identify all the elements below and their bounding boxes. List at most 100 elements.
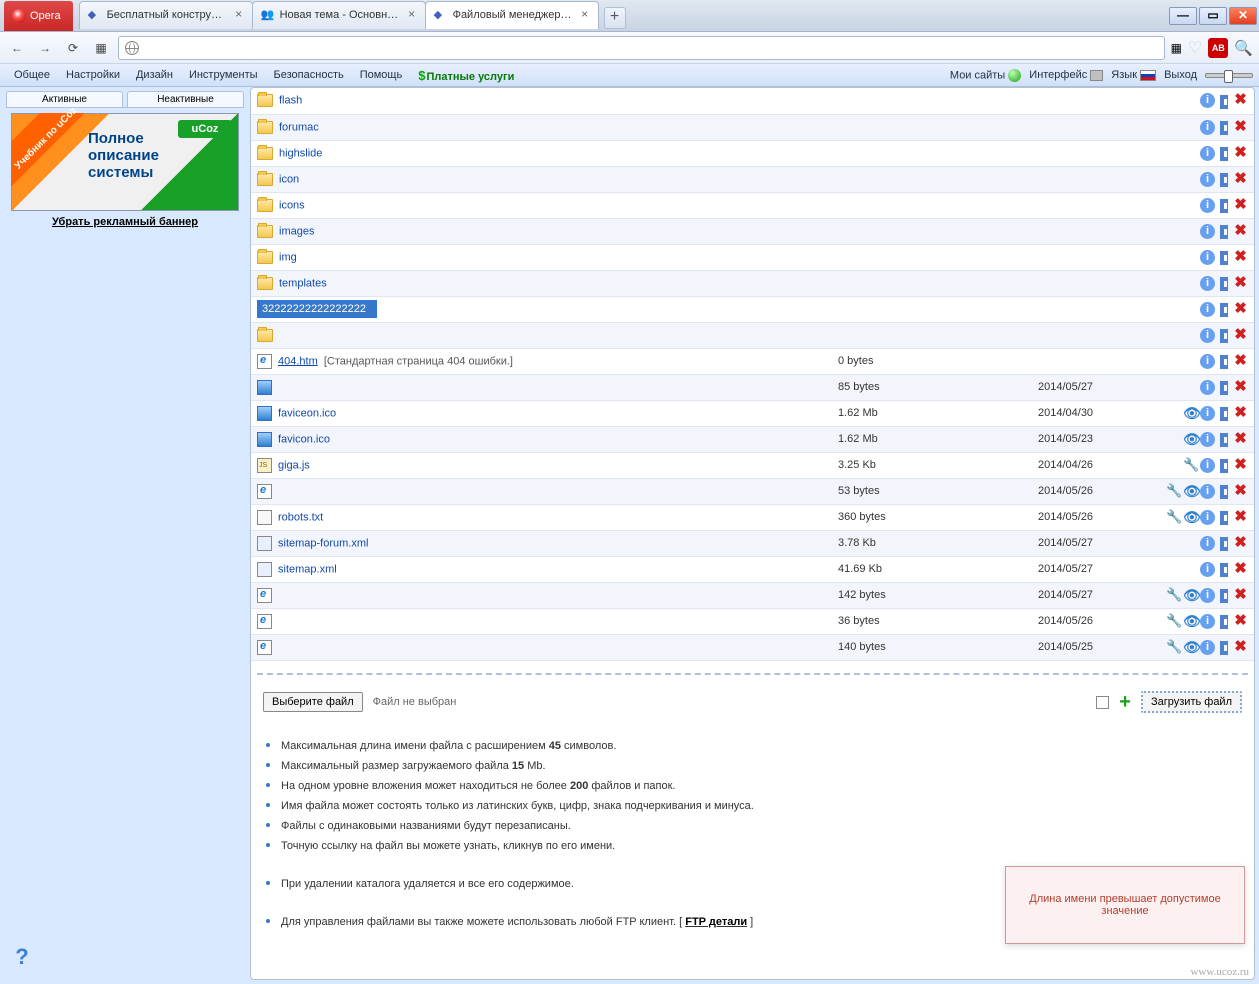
heart-icon[interactable]: ♡ bbox=[1188, 38, 1202, 58]
rename-icon[interactable] bbox=[1217, 224, 1231, 238]
info-icon[interactable]: i bbox=[1200, 328, 1215, 343]
file-name-link[interactable]: images bbox=[279, 225, 314, 237]
zoom-slider[interactable] bbox=[1205, 73, 1253, 78]
adblock-icon[interactable]: AB bbox=[1208, 38, 1228, 58]
rename-icon[interactable] bbox=[1217, 120, 1231, 134]
maximize-button[interactable]: ▭ bbox=[1199, 7, 1227, 25]
delete-icon[interactable]: ✖ bbox=[1233, 354, 1248, 369]
info-icon[interactable]: i bbox=[1200, 250, 1215, 265]
delete-icon[interactable]: ✖ bbox=[1233, 458, 1248, 473]
info-icon[interactable]: i bbox=[1200, 406, 1215, 421]
menu-language[interactable]: Язык bbox=[1111, 69, 1156, 81]
delete-icon[interactable]: ✖ bbox=[1233, 198, 1248, 213]
help-button[interactable]: ? bbox=[8, 944, 36, 974]
info-icon[interactable]: i bbox=[1200, 146, 1215, 161]
info-icon[interactable]: i bbox=[1200, 120, 1215, 135]
rename-icon[interactable] bbox=[1217, 588, 1231, 602]
edit-icon[interactable]: 🔧 bbox=[1166, 510, 1181, 525]
info-icon[interactable]: i bbox=[1200, 640, 1215, 655]
file-name-link[interactable]: sitemap.xml bbox=[278, 563, 337, 575]
delete-icon[interactable]: ✖ bbox=[1233, 510, 1248, 525]
file-name-link[interactable]: highslide bbox=[279, 147, 322, 159]
choose-file-button[interactable]: Выберите файл bbox=[263, 692, 363, 712]
edit-icon[interactable]: 🔧 bbox=[1166, 640, 1181, 655]
delete-icon[interactable]: ✖ bbox=[1233, 614, 1248, 629]
info-icon[interactable]: i bbox=[1200, 172, 1215, 187]
view-icon[interactable]: 👁 bbox=[1183, 588, 1198, 603]
tab-close-icon[interactable]: × bbox=[232, 8, 246, 22]
info-icon[interactable]: i bbox=[1200, 510, 1215, 525]
extensions-icon[interactable]: ▦ bbox=[1171, 41, 1182, 55]
menu-general[interactable]: Общее bbox=[6, 69, 58, 81]
rename-icon[interactable] bbox=[1217, 640, 1231, 654]
file-name-link[interactable]: robots.txt bbox=[278, 511, 323, 523]
info-icon[interactable]: i bbox=[1200, 224, 1215, 239]
menu-help[interactable]: Помощь bbox=[352, 69, 411, 81]
sidebar-tab-active[interactable]: Активные bbox=[6, 91, 123, 107]
file-name-link[interactable]: favicon.ico bbox=[278, 433, 330, 445]
info-icon[interactable]: i bbox=[1200, 302, 1215, 317]
sidebar-banner[interactable]: Учебник по uCoz uCoz Полное описание сис… bbox=[11, 113, 239, 211]
delete-icon[interactable]: ✖ bbox=[1233, 172, 1248, 187]
rename-icon[interactable] bbox=[1217, 354, 1231, 368]
reload-button[interactable]: ⟳ bbox=[62, 37, 84, 59]
rename-icon[interactable] bbox=[1217, 484, 1231, 498]
rename-icon[interactable] bbox=[1217, 328, 1231, 342]
menu-paid[interactable]: $Платные услуги bbox=[410, 68, 522, 83]
rename-icon[interactable] bbox=[1217, 562, 1231, 576]
delete-icon[interactable]: ✖ bbox=[1233, 224, 1248, 239]
menu-security[interactable]: Безопасность bbox=[266, 69, 352, 81]
file-name-link[interactable]: templates bbox=[279, 277, 327, 289]
file-name-link[interactable]: icons bbox=[279, 199, 305, 211]
back-button[interactable]: ← bbox=[6, 37, 28, 59]
menu-settings[interactable]: Настройки bbox=[58, 69, 128, 81]
delete-icon[interactable]: ✖ bbox=[1233, 146, 1248, 161]
delete-icon[interactable]: ✖ bbox=[1233, 328, 1248, 343]
rename-icon[interactable] bbox=[1217, 536, 1231, 550]
edit-icon[interactable]: 🔧 bbox=[1166, 484, 1181, 499]
edit-icon[interactable]: 🔧 bbox=[1166, 588, 1181, 603]
file-name-link[interactable]: forumac bbox=[279, 121, 319, 133]
view-icon[interactable]: 👁 bbox=[1183, 432, 1198, 447]
rename-icon[interactable] bbox=[1217, 380, 1231, 394]
menu-exit[interactable]: Выход bbox=[1164, 69, 1197, 81]
info-icon[interactable]: i bbox=[1200, 484, 1215, 499]
rename-icon[interactable] bbox=[1217, 302, 1231, 316]
file-name-link[interactable]: faviceon.ico bbox=[278, 407, 336, 419]
browser-tab[interactable]: ◆Бесплатный конструктор× bbox=[79, 1, 253, 29]
browser-tab[interactable]: 👥Новая тема - Основное - × bbox=[252, 1, 426, 29]
rename-icon[interactable] bbox=[1217, 406, 1231, 420]
minimize-button[interactable]: — bbox=[1169, 7, 1197, 25]
rename-icon[interactable] bbox=[1217, 510, 1231, 524]
speed-dial-button[interactable]: ▦ bbox=[90, 37, 112, 59]
file-name-link[interactable]: icon bbox=[279, 173, 299, 185]
info-icon[interactable]: i bbox=[1200, 276, 1215, 291]
rename-icon[interactable] bbox=[1217, 198, 1231, 212]
window-close-button[interactable]: ✕ bbox=[1229, 7, 1257, 25]
file-name-link[interactable]: 404.htm bbox=[278, 355, 318, 367]
menu-design[interactable]: Дизайн bbox=[128, 69, 181, 81]
rename-icon[interactable] bbox=[1217, 250, 1231, 264]
edit-icon[interactable]: 🔧 bbox=[1183, 458, 1198, 473]
add-file-icon[interactable]: + bbox=[1119, 691, 1131, 714]
delete-icon[interactable]: ✖ bbox=[1233, 588, 1248, 603]
delete-icon[interactable]: ✖ bbox=[1233, 484, 1248, 499]
rename-icon[interactable] bbox=[1217, 94, 1231, 108]
delete-icon[interactable]: ✖ bbox=[1233, 93, 1248, 108]
view-icon[interactable]: 👁 bbox=[1183, 484, 1198, 499]
tab-close-icon[interactable]: × bbox=[405, 8, 419, 22]
delete-icon[interactable]: ✖ bbox=[1233, 536, 1248, 551]
upload-checkbox[interactable] bbox=[1096, 696, 1109, 709]
rename-icon[interactable] bbox=[1217, 146, 1231, 160]
delete-icon[interactable]: ✖ bbox=[1233, 640, 1248, 655]
rename-icon[interactable] bbox=[1217, 458, 1231, 472]
file-name-link[interactable]: flash bbox=[279, 95, 302, 107]
file-name-link[interactable]: img bbox=[279, 251, 297, 263]
info-icon[interactable]: i bbox=[1200, 536, 1215, 551]
forward-button[interactable]: → bbox=[34, 37, 56, 59]
delete-icon[interactable]: ✖ bbox=[1233, 380, 1248, 395]
delete-icon[interactable]: ✖ bbox=[1233, 406, 1248, 421]
edit-icon[interactable]: 🔧 bbox=[1166, 614, 1181, 629]
address-bar[interactable] bbox=[118, 36, 1165, 60]
delete-icon[interactable]: ✖ bbox=[1233, 250, 1248, 265]
